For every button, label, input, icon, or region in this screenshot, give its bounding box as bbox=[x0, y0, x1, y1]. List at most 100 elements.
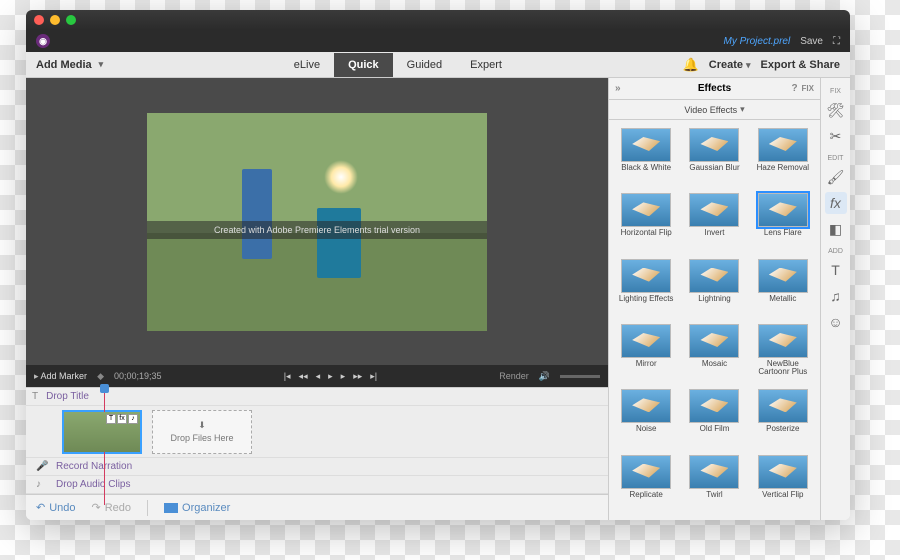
effect-mosaic[interactable]: Mosaic bbox=[681, 322, 747, 383]
goto-end-icon[interactable]: ▸| bbox=[370, 371, 377, 382]
app-window: ◉ My Project.prel Save ⛶ Add Media eLive… bbox=[26, 10, 850, 520]
preview-monitor[interactable]: Created with Adobe Premiere Elements tri… bbox=[26, 78, 608, 365]
effect-noise[interactable]: Noise bbox=[613, 387, 679, 448]
project-name: My Project.prel bbox=[724, 36, 791, 47]
effect-mirror[interactable]: Mirror bbox=[613, 322, 679, 383]
clip-1[interactable]: Tfx♪ bbox=[62, 410, 142, 454]
effect-gaussian-blur[interactable]: Gaussian Blur bbox=[681, 126, 747, 187]
effect-posterize[interactable]: Posterize bbox=[750, 387, 816, 448]
effect-thumbnail bbox=[758, 259, 808, 293]
notification-bell-icon[interactable]: 🔔 bbox=[683, 57, 699, 73]
effect-replicate[interactable]: Replicate bbox=[613, 453, 679, 514]
fix-label: FIX bbox=[802, 84, 814, 93]
volume-slider[interactable] bbox=[560, 375, 600, 378]
effect-metallic[interactable]: Metallic bbox=[750, 257, 816, 318]
fx-brush-icon[interactable]: 🖌 bbox=[825, 166, 847, 188]
step-back-icon[interactable]: ◂◂ bbox=[299, 371, 308, 382]
render-button[interactable]: Render bbox=[499, 371, 529, 381]
mac-titlebar bbox=[26, 10, 850, 30]
mode-tabs: eLive Quick Guided Expert bbox=[280, 53, 516, 77]
volume-icon[interactable]: 🔊 bbox=[539, 371, 550, 382]
save-button[interactable]: Save bbox=[800, 36, 823, 47]
narration-track[interactable]: 🎤 Record Narration bbox=[26, 458, 608, 476]
minimize-dot[interactable] bbox=[50, 15, 60, 25]
undo-label: Undo bbox=[49, 502, 75, 514]
adjust-icon[interactable]: 🛠 bbox=[825, 99, 847, 121]
add-media-label: Add Media bbox=[36, 59, 92, 71]
timeline: T Drop Title Tfx♪ ⬇ Drop Files Here bbox=[26, 387, 608, 494]
drop-files-label: Drop Files Here bbox=[170, 433, 233, 443]
effect-label: Metallic bbox=[769, 295, 796, 311]
effect-vertical-flip[interactable]: Vertical Flip bbox=[750, 453, 816, 514]
close-dot[interactable] bbox=[34, 15, 44, 25]
effects-grid: Black & WhiteGaussian BlurHaze Removal Ho… bbox=[609, 120, 820, 520]
figure-standing bbox=[242, 169, 272, 259]
tools-icon[interactable]: ✂ bbox=[825, 125, 847, 147]
effect-invert[interactable]: Invert bbox=[681, 191, 747, 252]
color-icon[interactable]: ◧ bbox=[825, 218, 847, 240]
next-frame-icon[interactable]: ▸ bbox=[341, 371, 346, 382]
trial-watermark: Created with Adobe Premiere Elements tri… bbox=[147, 221, 487, 239]
effect-thumbnail bbox=[689, 455, 739, 489]
timecode[interactable]: 00;00;19;35 bbox=[114, 371, 162, 381]
clip-thumbnail: Tfx♪ bbox=[64, 412, 140, 452]
drop-files-well[interactable]: ⬇ Drop Files Here bbox=[152, 410, 252, 454]
effect-thumbnail bbox=[758, 193, 808, 227]
help-icon[interactable]: ? bbox=[791, 83, 797, 94]
effects-panel: » Effects ? FIX Video Effects Black & Wh… bbox=[608, 78, 820, 520]
effects-category-dropdown[interactable]: Video Effects bbox=[609, 100, 820, 120]
tab-expert[interactable]: Expert bbox=[456, 53, 516, 77]
effect-lighting-effects[interactable]: Lighting Effects bbox=[613, 257, 679, 318]
rail-section-fix: FIX bbox=[830, 88, 841, 95]
effect-thumbnail bbox=[758, 389, 808, 423]
effect-lightning[interactable]: Lightning bbox=[681, 257, 747, 318]
effect-label: Twirl bbox=[706, 491, 722, 507]
organizer-button[interactable]: Organizer bbox=[164, 502, 230, 514]
tab-quick[interactable]: Quick bbox=[334, 53, 393, 77]
zoom-dot[interactable] bbox=[66, 15, 76, 25]
effect-newblue-cartoonr-plus[interactable]: NewBlue Cartoonr Plus bbox=[750, 322, 816, 383]
rail-section-edit: EDIT bbox=[828, 155, 844, 162]
effect-label: Invert bbox=[704, 229, 724, 245]
titles-icon[interactable]: T bbox=[825, 259, 847, 281]
play-icon[interactable]: ▸ bbox=[328, 371, 333, 382]
effect-label: Lens Flare bbox=[764, 229, 802, 245]
stage: Created with Adobe Premiere Elements tri… bbox=[26, 78, 608, 520]
fullscreen-icon[interactable]: ⛶ bbox=[833, 36, 840, 47]
effect-haze-removal[interactable]: Haze Removal bbox=[750, 126, 816, 187]
effect-thumbnail bbox=[689, 259, 739, 293]
export-share-button[interactable]: Export & Share bbox=[761, 59, 840, 71]
panel-collapse-icon[interactable]: » bbox=[615, 83, 621, 94]
effect-thumbnail bbox=[621, 324, 671, 358]
goto-start-icon[interactable]: |◂ bbox=[284, 371, 291, 382]
prev-frame-icon[interactable]: ◂ bbox=[316, 371, 321, 382]
effect-thumbnail bbox=[689, 389, 739, 423]
effect-label: Mirror bbox=[636, 360, 657, 376]
undo-button[interactable]: ↶Undo bbox=[36, 501, 76, 514]
download-icon: ⬇ bbox=[198, 420, 206, 431]
smiley-icon[interactable]: ☺ bbox=[825, 311, 847, 333]
effect-black-white[interactable]: Black & White bbox=[613, 126, 679, 187]
video-track[interactable]: Tfx♪ ⬇ Drop Files Here bbox=[26, 406, 608, 458]
lens-flare-overlay bbox=[324, 160, 358, 194]
effect-label: Old Film bbox=[700, 425, 730, 441]
add-media-button[interactable]: Add Media bbox=[26, 59, 113, 71]
add-marker-button[interactable]: ▸ Add Marker bbox=[34, 371, 87, 382]
tab-elive[interactable]: eLive bbox=[280, 53, 334, 77]
app-logo-icon: ◉ bbox=[36, 34, 50, 48]
create-menu[interactable]: Create bbox=[709, 59, 751, 71]
effect-old-film[interactable]: Old Film bbox=[681, 387, 747, 448]
effect-twirl[interactable]: Twirl bbox=[681, 453, 747, 514]
audio-track[interactable]: ♪ Drop Audio Clips bbox=[26, 476, 608, 494]
title-track-header[interactable]: T Drop Title bbox=[26, 388, 608, 406]
effect-lens-flare[interactable]: Lens Flare bbox=[750, 191, 816, 252]
effects-icon[interactable]: fx bbox=[825, 192, 847, 214]
redo-button[interactable]: ↷Redo bbox=[92, 501, 132, 514]
effect-horizontal-flip[interactable]: Horizontal Flip bbox=[613, 191, 679, 252]
tab-bar: Add Media eLive Quick Guided Expert 🔔 Cr… bbox=[26, 52, 850, 78]
marker-nav-icon[interactable]: ◆ bbox=[97, 371, 104, 382]
step-fwd-icon[interactable]: ▸▸ bbox=[353, 371, 362, 382]
tab-guided[interactable]: Guided bbox=[393, 53, 456, 77]
audio-icon[interactable]: ♫ bbox=[825, 285, 847, 307]
video-frame: Created with Adobe Premiere Elements tri… bbox=[147, 113, 487, 331]
